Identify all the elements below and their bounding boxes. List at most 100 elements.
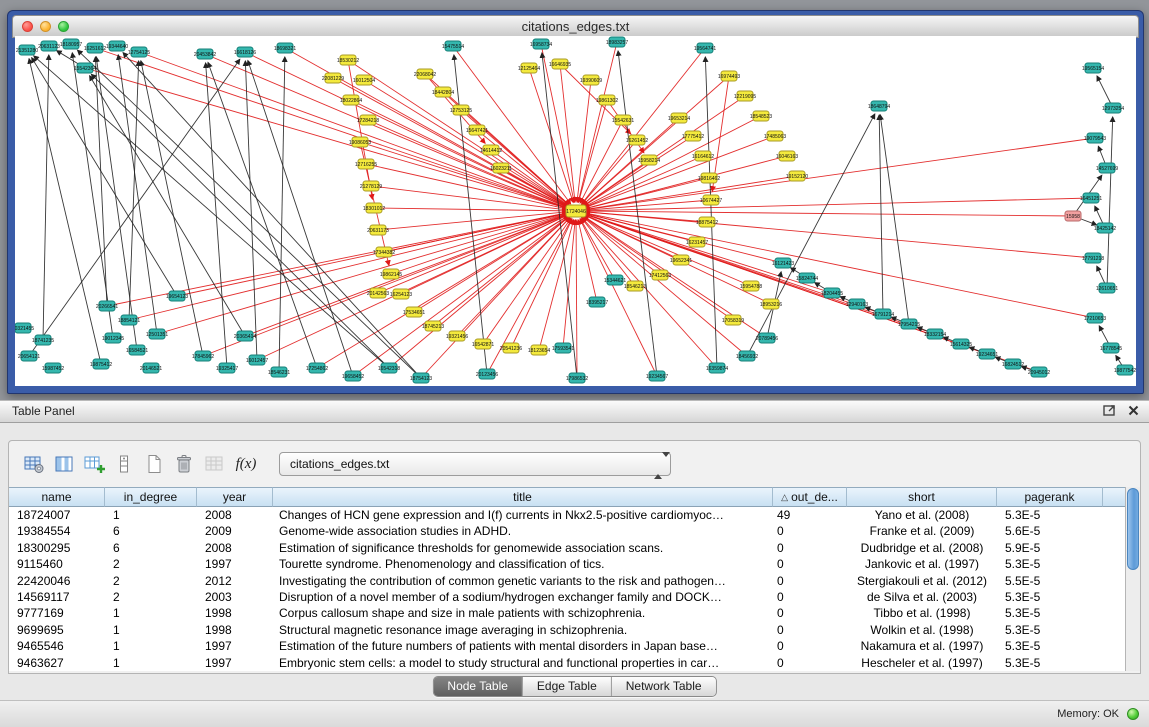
table-cell[interactable]: 1 <box>105 655 197 671</box>
table-cell[interactable]: Dudbridge et al. (2008) <box>847 540 997 556</box>
table-cell[interactable]: 5.3E-5 <box>997 638 1103 654</box>
table-row[interactable]: 911546021997Tourette syndrome. Phenomeno… <box>9 556 1125 572</box>
table-cell[interactable]: 0 <box>773 605 847 621</box>
table-mode-button[interactable] <box>19 449 49 479</box>
table-cell[interactable]: Estimation of significance thresholds fo… <box>273 540 773 556</box>
table-row[interactable]: 2242004622012Investigating the contribut… <box>9 573 1125 589</box>
float-window-icon[interactable] <box>1103 404 1116 416</box>
table-cell[interactable]: 5.3E-5 <box>997 589 1103 605</box>
column-header-title[interactable]: title <box>273 487 773 507</box>
table-cell[interactable]: Embryonic stem cells: a model to study s… <box>273 655 773 671</box>
citation-network-graph[interactable]: 2135128020631123181809571625161219344640… <box>15 36 1136 386</box>
vertical-scrollbar[interactable] <box>1125 487 1140 671</box>
column-header-year[interactable]: year <box>197 487 273 507</box>
table-cell[interactable]: Estimation of the future numbers of pati… <box>273 638 773 654</box>
column-header-name[interactable]: name <box>9 487 105 507</box>
table-cell[interactable]: 1998 <box>197 622 273 638</box>
table-row[interactable]: 1872400712008Changes of HCN gene express… <box>9 507 1125 523</box>
table-cell[interactable]: 2003 <box>197 589 273 605</box>
table-cell[interactable]: 9115460 <box>9 556 105 572</box>
table-row[interactable]: 969969511998Structural magnetic resonanc… <box>9 622 1125 638</box>
table-cell[interactable]: de Silva et al. (2003) <box>847 589 997 605</box>
table-cell[interactable]: 0 <box>773 622 847 638</box>
table-cell[interactable]: 1 <box>105 622 197 638</box>
table-cell[interactable]: 1997 <box>197 638 273 654</box>
table-row[interactable]: 946554611997Estimation of the future num… <box>9 638 1125 654</box>
table-cell[interactable]: Franke et al. (2009) <box>847 523 997 539</box>
column-header-pagerank[interactable]: pagerank <box>997 487 1103 507</box>
table-cell[interactable]: 2 <box>105 589 197 605</box>
network-canvas[interactable]: 2135128020631123181809571625161219344640… <box>15 36 1136 386</box>
table-cell[interactable]: 2008 <box>197 540 273 556</box>
scrollbar-thumb[interactable] <box>1127 488 1139 570</box>
create-column-button[interactable] <box>79 449 109 479</box>
table-cell[interactable]: 1997 <box>197 655 273 671</box>
table-cell[interactable]: 5.6E-5 <box>997 523 1103 539</box>
table-cell[interactable]: Investigating the contribution of common… <box>273 573 773 589</box>
table-cell[interactable]: 5.3E-5 <box>997 655 1103 671</box>
column-header-in_degree[interactable]: in_degree <box>105 487 197 507</box>
table-cell[interactable]: 49 <box>773 507 847 523</box>
table-cell[interactable]: 0 <box>773 638 847 654</box>
table-cell[interactable]: 19384554 <box>9 523 105 539</box>
table-cell[interactable]: 1 <box>105 605 197 621</box>
table-cell[interactable]: Structural magnetic resonance image aver… <box>273 622 773 638</box>
table-cell[interactable]: 5.3E-5 <box>997 507 1103 523</box>
table-cell[interactable]: 18300295 <box>9 540 105 556</box>
table-cell[interactable]: Genome-wide association studies in ADHD. <box>273 523 773 539</box>
table-cell[interactable]: 1 <box>105 638 197 654</box>
table-cell[interactable]: 5.5E-5 <box>997 573 1103 589</box>
memory-ok-indicator[interactable] <box>1127 708 1139 720</box>
table-panel-header[interactable]: Table Panel <box>0 400 1149 423</box>
table-cell[interactable]: 5.9E-5 <box>997 540 1103 556</box>
table-row[interactable]: 977716911998Corpus callosum shape and si… <box>9 605 1125 621</box>
table-cell[interactable]: 0 <box>773 573 847 589</box>
table-cell[interactable]: 0 <box>773 655 847 671</box>
table-cell[interactable]: 0 <box>773 589 847 605</box>
table-cell[interactable]: Tibbo et al. (1998) <box>847 605 997 621</box>
network-window-titlebar[interactable]: citations_edges.txt <box>12 15 1139 38</box>
table-row[interactable]: 946362711997Embryonic stem cells: a mode… <box>9 655 1125 671</box>
table-cell[interactable]: 22420046 <box>9 573 105 589</box>
table-cell[interactable]: 2009 <box>197 523 273 539</box>
table-cell[interactable]: 9699695 <box>9 622 105 638</box>
table-cell[interactable]: Changes of HCN gene expression and I(f) … <box>273 507 773 523</box>
table-cell[interactable]: Wolkin et al. (1998) <box>847 622 997 638</box>
table-row[interactable]: 1456911722003Disruption of a novel membe… <box>9 589 1125 605</box>
table-cell[interactable]: 1 <box>105 507 197 523</box>
tab-network-table[interactable]: Network Table <box>611 677 716 696</box>
function-builder-button[interactable]: f(x) <box>229 451 263 477</box>
table-cell[interactable]: Disruption of a novel member of a sodium… <box>273 589 773 605</box>
new-document-button[interactable] <box>139 449 169 479</box>
table-cell[interactable]: 2008 <box>197 507 273 523</box>
close-icon[interactable] <box>1128 405 1139 416</box>
table-cell[interactable]: Tourette syndrome. Phenomenology and cla… <box>273 556 773 572</box>
table-cell[interactable]: 9465546 <box>9 638 105 654</box>
table-cell[interactable]: 2012 <box>197 573 273 589</box>
table-row[interactable]: 1830029562008Estimation of significance … <box>9 540 1125 556</box>
table-cell[interactable]: 2 <box>105 573 197 589</box>
rows-button[interactable] <box>109 449 139 479</box>
tab-edge-table[interactable]: Edge Table <box>522 677 611 696</box>
delete-button[interactable] <box>169 449 199 479</box>
table-cell[interactable]: 1998 <box>197 605 273 621</box>
table-cell[interactable]: Yano et al. (2008) <box>847 507 997 523</box>
table-cell[interactable]: 1997 <box>197 556 273 572</box>
table-cell[interactable]: 18724007 <box>9 507 105 523</box>
table-cell[interactable]: 6 <box>105 540 197 556</box>
table-cell[interactable]: 6 <box>105 523 197 539</box>
table-cell[interactable]: 14569117 <box>9 589 105 605</box>
table-cell[interactable]: 5.3E-5 <box>997 605 1103 621</box>
table-cell[interactable]: 0 <box>773 556 847 572</box>
tab-node-table[interactable]: Node Table <box>433 677 522 696</box>
table-cell[interactable]: 2 <box>105 556 197 572</box>
table-row[interactable]: 1938455462009Genome-wide association stu… <box>9 523 1125 539</box>
table-cell[interactable]: 9777169 <box>9 605 105 621</box>
table-cell[interactable]: 5.3E-5 <box>997 556 1103 572</box>
table-cell[interactable]: Hescheler et al. (1997) <box>847 655 997 671</box>
table-cell[interactable]: 0 <box>773 540 847 556</box>
table-cell[interactable]: Jankovic et al. (1997) <box>847 556 997 572</box>
table-selector-dropdown[interactable]: citations_edges.txt <box>279 452 671 476</box>
network-window[interactable]: citations_edges.txt 21351280206311231818… <box>7 10 1144 394</box>
table-cell[interactable]: Corpus callosum shape and size in male p… <box>273 605 773 621</box>
